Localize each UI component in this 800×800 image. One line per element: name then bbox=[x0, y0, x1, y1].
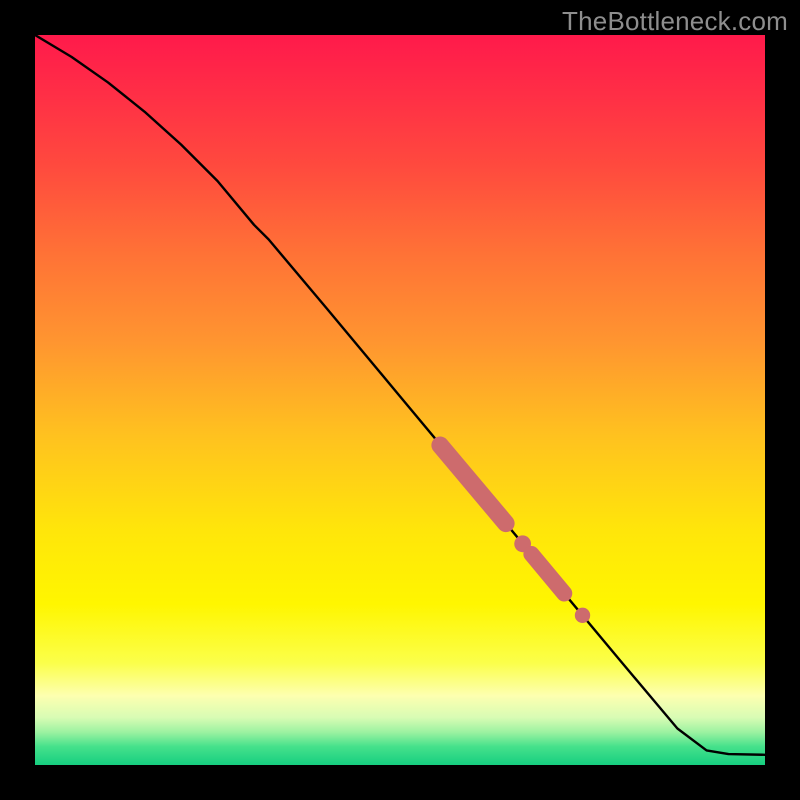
marker-dot bbox=[575, 608, 590, 623]
chart-frame: TheBottleneck.com bbox=[0, 0, 800, 800]
gradient-background bbox=[35, 35, 765, 765]
watermark-text: TheBottleneck.com bbox=[562, 6, 788, 37]
chart-svg bbox=[35, 35, 765, 765]
plot-area bbox=[35, 35, 765, 765]
